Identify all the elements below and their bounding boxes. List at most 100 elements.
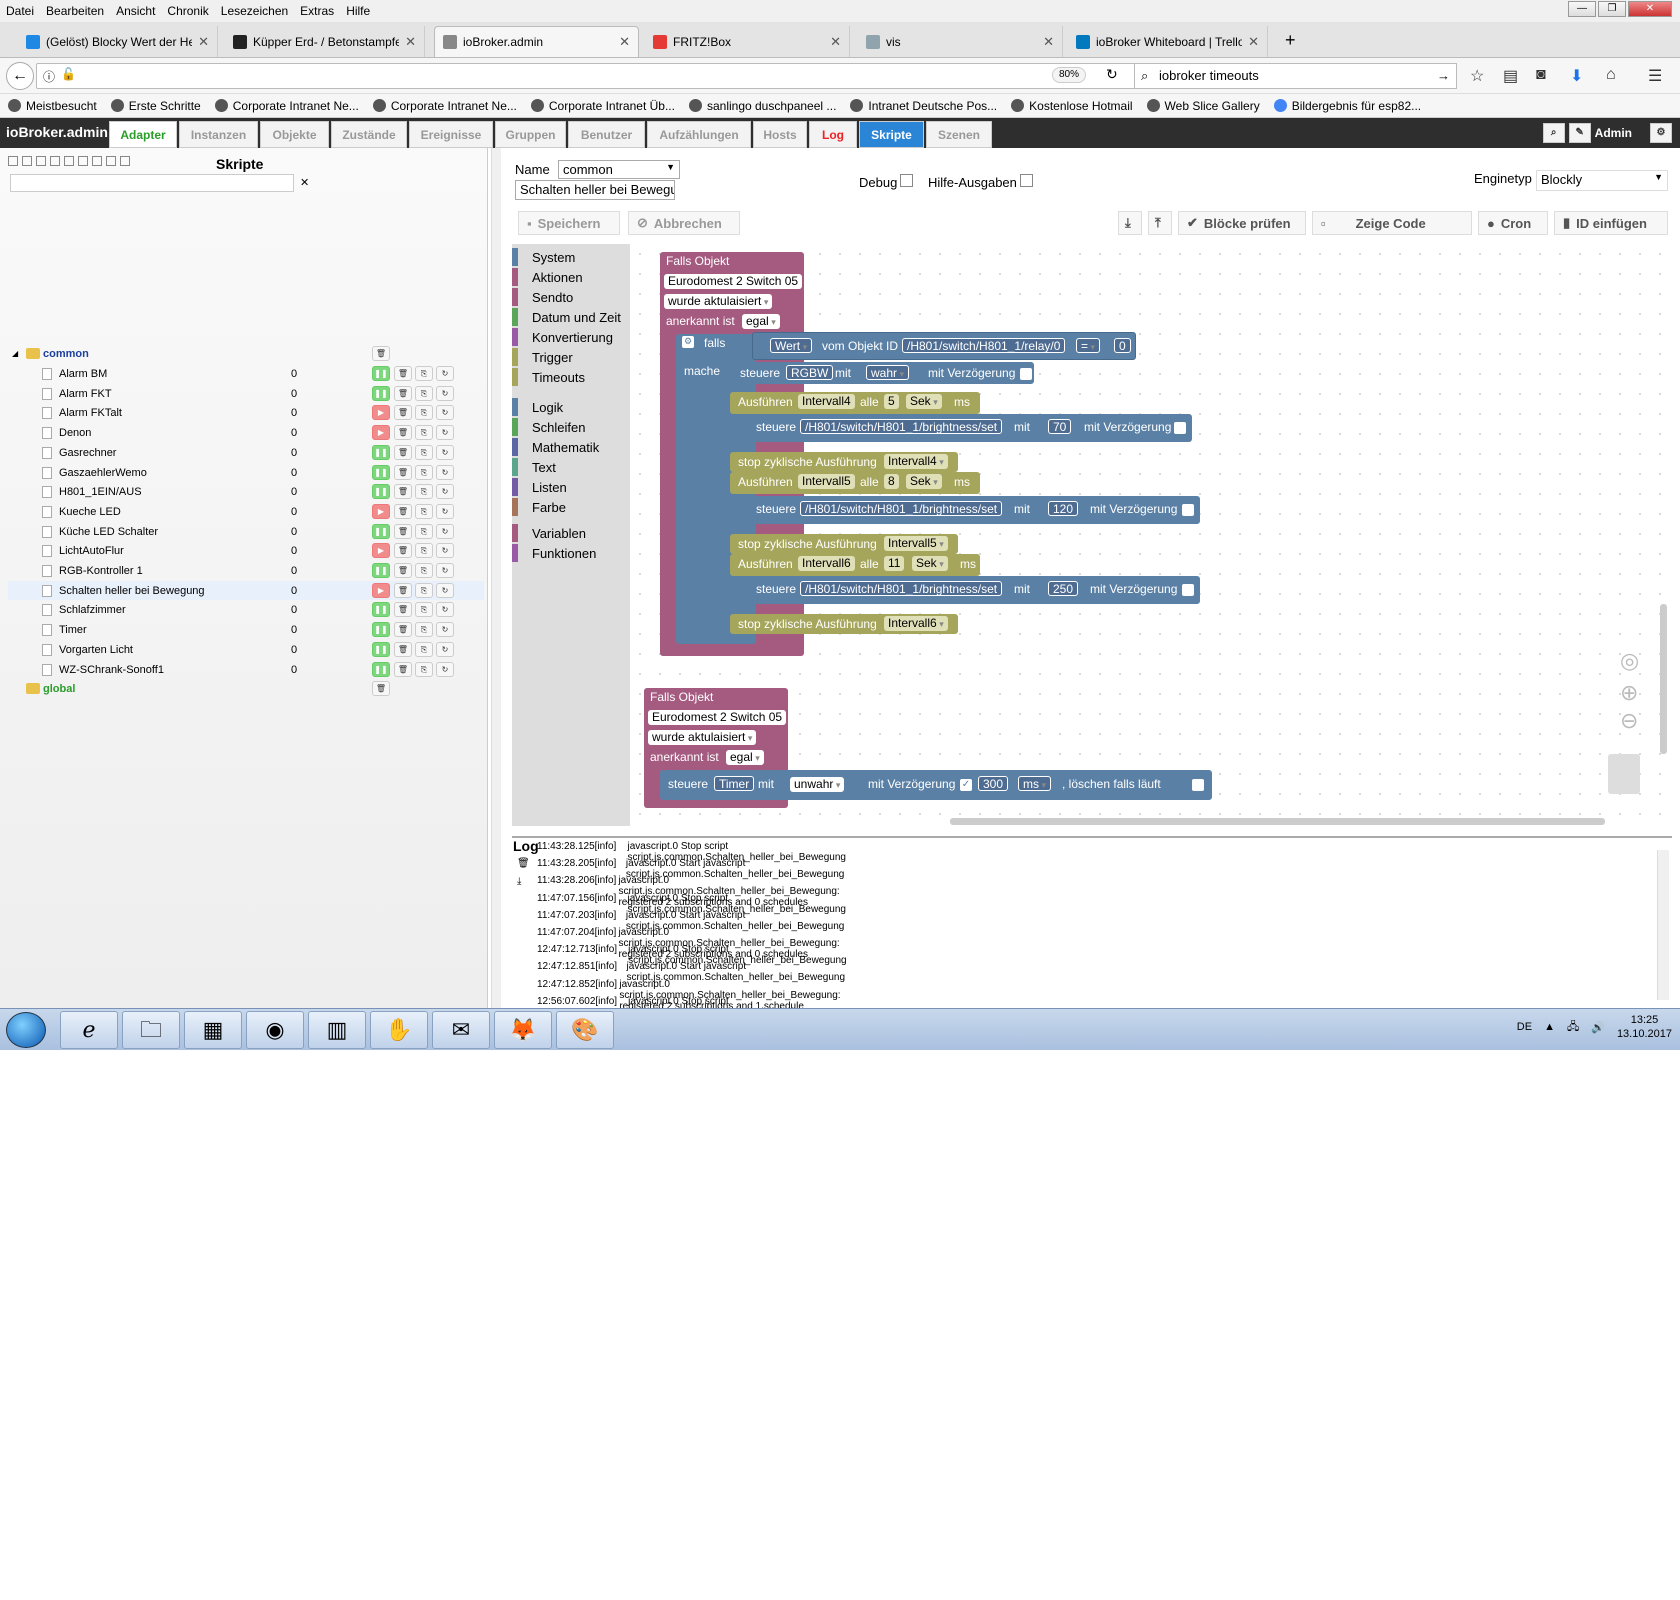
stop-interval-dropdown[interactable]: Intervall6 bbox=[884, 616, 948, 631]
cron-button[interactable]: ● Cron bbox=[1478, 211, 1548, 235]
script-row[interactable]: Timer 0 ❚❚ 🗑 ⎘ ↻ bbox=[8, 620, 484, 639]
restart-icon[interactable]: ↻ bbox=[436, 662, 454, 677]
pause-icon[interactable]: ❚❚ bbox=[372, 445, 390, 460]
blockly-workspace[interactable]: Falls Objekt Eurodomest 2 Switch 05 wurd… bbox=[630, 244, 1672, 826]
folder-select[interactable]: common ▼ bbox=[558, 160, 680, 179]
network-icon[interactable]: 🖧 bbox=[1567, 1018, 1579, 1037]
clock[interactable]: 13:25 13.10.2017 bbox=[1617, 1013, 1672, 1041]
tab-hosts[interactable]: Hosts bbox=[753, 121, 807, 148]
gear-icon[interactable]: ⚙ bbox=[682, 336, 694, 348]
download-log-icon[interactable]: ⤓ bbox=[517, 876, 521, 887]
download-icon[interactable]: ⬇ bbox=[1570, 66, 1583, 86]
toolbox-category[interactable]: Listen bbox=[512, 478, 630, 496]
settings-icon[interactable]: ⚙ bbox=[1650, 123, 1672, 143]
ie-icon[interactable]: ℯ bbox=[60, 1011, 118, 1049]
folder-global[interactable]: global 🗑 bbox=[8, 679, 484, 698]
stop-interval-dropdown[interactable]: Intervall5 bbox=[884, 536, 948, 551]
tab-skripte[interactable]: Skripte bbox=[859, 121, 924, 148]
script-row[interactable]: Gasrechner 0 ❚❚ 🗑 ⎘ ↻ bbox=[8, 443, 484, 462]
folder-common[interactable]: ◢ common 🗑 bbox=[8, 344, 484, 363]
bookmark-item[interactable]: Kostenlose Hotmail bbox=[1011, 99, 1133, 113]
bookmark-item[interactable]: Intranet Deutsche Pos... bbox=[850, 99, 997, 113]
browser-tab-active[interactable]: ioBroker.admin ✕ bbox=[434, 26, 639, 57]
script-row[interactable]: Schalten heller bei Bewegung 0 ▶ 🗑 ⎘ ↻ bbox=[8, 581, 484, 600]
toolbox-category[interactable]: Konvertierung bbox=[512, 328, 630, 346]
toolbox-category[interactable]: Mathematik bbox=[512, 438, 630, 456]
copy-icon[interactable]: ⎘ bbox=[415, 602, 433, 617]
interval-name-field[interactable]: Intervall6 bbox=[798, 556, 855, 571]
restart-icon[interactable]: ↻ bbox=[436, 445, 454, 460]
barcode-app-icon[interactable]: ▥ bbox=[308, 1011, 366, 1049]
restart-icon[interactable]: ↻ bbox=[436, 425, 454, 440]
debug-checkbox[interactable] bbox=[900, 174, 913, 187]
delete-icon[interactable]: 🗑 bbox=[394, 366, 412, 381]
copy-icon[interactable]: ⎘ bbox=[415, 622, 433, 637]
delete-icon[interactable]: 🗑 bbox=[394, 602, 412, 617]
cancel-button[interactable]: ⊘ Abbrechen bbox=[628, 211, 740, 235]
restart-icon[interactable]: ↻ bbox=[436, 642, 454, 657]
interval-every-field[interactable]: 5 bbox=[884, 394, 899, 409]
tab-instanzen[interactable]: Instanzen bbox=[179, 121, 258, 148]
brightness-id-field[interactable]: /H801/switch/H801_1/brightness/set bbox=[800, 419, 1003, 434]
workspace-hscroll[interactable] bbox=[950, 818, 1605, 825]
browser-tab[interactable]: (Gelöst) Blocky Wert der Helli ✕ bbox=[18, 26, 218, 57]
browser-tab[interactable]: ioBroker Whiteboard | Trello ✕ bbox=[1068, 26, 1268, 57]
script-row[interactable]: Schlafzimmer 0 ❚❚ 🗑 ⎘ ↻ bbox=[8, 600, 484, 619]
operator-dropdown[interactable]: = bbox=[1076, 338, 1101, 353]
copy-icon[interactable]: ⎘ bbox=[415, 465, 433, 480]
rgbw-field[interactable]: RGBW bbox=[786, 365, 834, 380]
play-icon[interactable]: ▶ bbox=[372, 405, 390, 420]
export-blocks-button[interactable]: ⤓ bbox=[1118, 211, 1142, 235]
toolbox-category[interactable]: Datum und Zeit bbox=[512, 308, 630, 326]
delay-checkbox[interactable] bbox=[1174, 422, 1186, 434]
copy-icon[interactable]: ⎘ bbox=[415, 563, 433, 578]
close-tab-icon[interactable]: ✕ bbox=[405, 34, 416, 50]
pause-icon[interactable]: ❚❚ bbox=[372, 465, 390, 480]
copy-icon[interactable]: ⎘ bbox=[415, 662, 433, 677]
copy-icon[interactable]: ⎘ bbox=[415, 504, 433, 519]
delay-value-field[interactable]: 300 bbox=[978, 776, 1009, 791]
copy-icon[interactable]: ⎘ bbox=[415, 425, 433, 440]
close-tab-icon[interactable]: ✕ bbox=[198, 34, 209, 50]
bookmark-item[interactable]: Corporate Intranet Üb... bbox=[530, 99, 675, 113]
script-row[interactable]: Kueche LED 0 ▶ 🗑 ⎘ ↻ bbox=[8, 502, 484, 521]
workspace-vscroll[interactable] bbox=[1660, 604, 1667, 754]
tab-gruppen[interactable]: Gruppen bbox=[495, 121, 566, 148]
tab-aufzaehlungen[interactable]: Aufzählungen bbox=[647, 121, 751, 148]
minimize-button[interactable]: — bbox=[1568, 1, 1596, 17]
delay-checkbox[interactable] bbox=[1020, 368, 1032, 380]
delete-icon[interactable]: 🗑 bbox=[394, 386, 412, 401]
bookmark-item[interactable]: Corporate Intranet Ne... bbox=[214, 99, 359, 113]
paint-icon[interactable]: 🎨 bbox=[556, 1011, 614, 1049]
home-icon[interactable]: ⌂ bbox=[1606, 66, 1616, 84]
restart-icon[interactable]: ↻ bbox=[436, 543, 454, 558]
menu-bearbeiten[interactable]: Bearbeiten bbox=[40, 4, 110, 18]
toolbox-category[interactable]: Sendto bbox=[512, 288, 630, 306]
delete-icon[interactable]: 🗑 bbox=[394, 465, 412, 480]
bookmark-item[interactable]: Meistbesucht bbox=[8, 99, 97, 113]
pause-icon[interactable]: ❚❚ bbox=[372, 484, 390, 499]
firefox-icon[interactable]: 🦊 bbox=[494, 1011, 552, 1049]
bookmark-item[interactable]: sanlingo duschpaneel ... bbox=[688, 99, 836, 113]
copy-icon[interactable]: ⎘ bbox=[415, 386, 433, 401]
tab-adapter[interactable]: Adapter bbox=[109, 121, 177, 148]
tab-objekte[interactable]: Objekte bbox=[260, 121, 329, 148]
restart-icon[interactable]: ↻ bbox=[436, 386, 454, 401]
restart-icon[interactable]: ↻ bbox=[436, 484, 454, 499]
menu-hilfe[interactable]: Hilfe bbox=[340, 4, 376, 18]
false-dropdown[interactable]: unwahr bbox=[790, 777, 845, 792]
brightness-id-field[interactable]: /H801/switch/H801_1/brightness/set bbox=[800, 581, 1003, 596]
close-tab-icon[interactable]: ✕ bbox=[830, 34, 841, 50]
pause-icon[interactable]: ❚❚ bbox=[372, 563, 390, 578]
delete-folder-icon[interactable]: 🗑 bbox=[372, 681, 390, 696]
interval-name-field[interactable]: Intervall5 bbox=[798, 474, 855, 489]
delay-checkbox[interactable] bbox=[1182, 584, 1194, 596]
bookmark-item[interactable]: Bildergebnis für esp82... bbox=[1273, 99, 1421, 113]
close-tab-icon[interactable]: ✕ bbox=[619, 34, 630, 50]
play-icon[interactable]: ▶ bbox=[372, 425, 390, 440]
delete-icon[interactable]: 🗑 bbox=[394, 622, 412, 637]
toolbox-category[interactable]: Timeouts bbox=[512, 368, 630, 386]
close-tab-icon[interactable]: ✕ bbox=[1248, 34, 1259, 50]
search-input[interactable]: ⌕ iobroker timeouts → bbox=[1134, 63, 1457, 89]
restart-icon[interactable]: ↻ bbox=[436, 622, 454, 637]
